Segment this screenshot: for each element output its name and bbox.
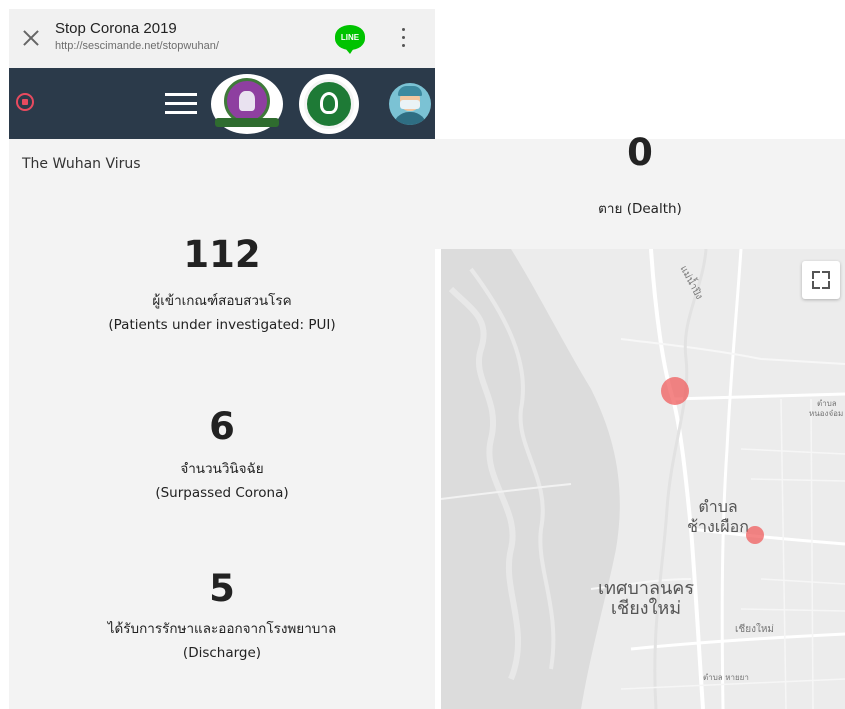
map-case-marker[interactable] xyxy=(661,377,689,405)
record-icon[interactable] xyxy=(16,93,34,111)
map-case-marker[interactable] xyxy=(746,526,764,544)
map-view[interactable]: แม่น้ำปิง ตำบล หนองจ๋อม ตำบล ช้างเผือก เ… xyxy=(441,249,845,709)
map-label-hai-ya: ตำบล หายยา xyxy=(703,673,749,682)
map-canvas xyxy=(441,249,845,709)
stat-pui-label-en: (Patients under investigated: PUI) xyxy=(108,317,336,333)
map-label-city-2: เชียงใหม่ xyxy=(610,598,682,619)
browser-page-title: Stop Corona 2019 xyxy=(55,20,177,37)
fullscreen-icon[interactable] xyxy=(802,261,840,299)
stat-pui-label-th: ผู้เข้าเกณฑ์สอบสวนโรค xyxy=(152,293,292,309)
stats-panel: The Wuhan Virus 112 ผู้เข้าเกณฑ์สอบสวนโร… xyxy=(9,139,435,709)
map-label-chiangmai: เชียงใหม่ xyxy=(735,624,775,635)
stat-surpassed-label-th: จำนวนวินิจฉัย xyxy=(180,461,264,477)
doctor-avatar[interactable] xyxy=(389,83,431,125)
stat-discharge-label-th: ได้รับการรักษาและออกจากโรงพยาบาล xyxy=(107,621,337,637)
site-navbar xyxy=(9,68,435,139)
map-label-tambon-top-2: หนองจ๋อม xyxy=(809,409,844,418)
map-label-tambon-chang-1: ตำบล xyxy=(698,497,738,516)
page-title: The Wuhan Virus xyxy=(22,156,141,172)
stat-discharge-value: 5 xyxy=(209,567,235,610)
hamburger-menu-icon[interactable] xyxy=(165,93,197,115)
stat-surpassed: 6 จำนวนวินิจฉัย (Surpassed Corona) xyxy=(9,407,435,505)
line-app-icon[interactable]: LINE xyxy=(335,25,365,54)
stat-discharge: 5 ได้รับการรักษาและออกจากโรงพยาบาล (Disc… xyxy=(9,569,435,665)
stat-death: 0 ตาย (Dealth) xyxy=(435,133,845,249)
ministry-of-public-health-logo[interactable] xyxy=(299,74,359,134)
browser-url[interactable]: http://sescimande.net/stopwuhan/ xyxy=(55,40,219,52)
stat-surpassed-value: 6 xyxy=(209,405,235,448)
stat-surpassed-label-en: (Surpassed Corona) xyxy=(155,485,289,501)
stat-discharge-label-en: (Discharge) xyxy=(182,645,262,661)
map-label-city-1: เทศบาลนคร xyxy=(597,578,695,599)
stat-pui-value: 112 xyxy=(183,233,261,276)
stat-death-value: 0 xyxy=(627,131,653,174)
provincial-seal-logo[interactable] xyxy=(211,74,283,134)
stat-pui: 112 ผู้เข้าเกณฑ์สอบสวนโรค (Patients unde… xyxy=(9,235,435,337)
browser-toolbar: Stop Corona 2019 http://sescimande.net/s… xyxy=(9,9,435,68)
more-vertical-icon[interactable] xyxy=(401,26,407,50)
stat-death-label: ตาย (Dealth) xyxy=(598,201,682,217)
close-icon[interactable] xyxy=(23,30,39,46)
